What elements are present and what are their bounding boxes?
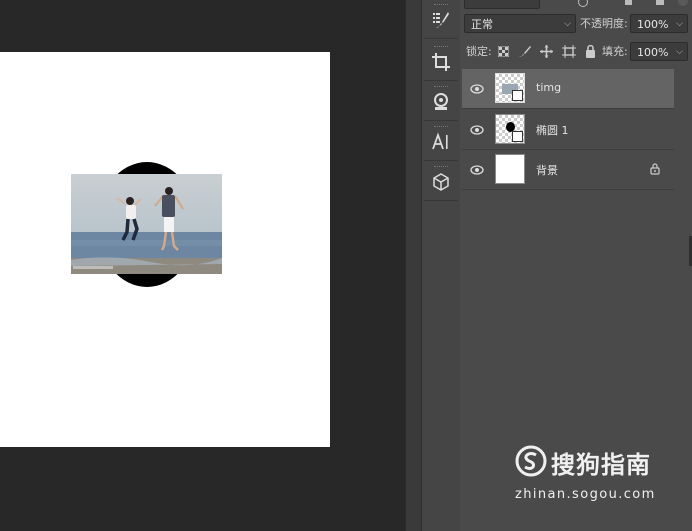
workspace [0,0,405,531]
eye-icon[interactable] [470,123,484,137]
crop-icon [432,53,450,71]
layer-name[interactable]: timg [536,81,561,94]
chevron-down-icon: ⌵ [676,47,683,57]
character-tool[interactable] [424,124,458,161]
watermark-url: zhinan.sogou.com [515,487,656,502]
blend-mode-select[interactable]: 正常 ⌵ [464,14,576,33]
eye-icon[interactable] [470,163,484,177]
layer-row-timg[interactable]: timg [462,69,674,109]
panel-tool-strip [421,0,461,531]
chevron-down-icon: ⌵ [564,19,571,29]
shape-layer-icon [512,131,523,142]
lock-all-icon[interactable] [585,45,596,58]
clone-source-tool[interactable] [424,84,458,121]
lock-icon [650,163,660,175]
blend-mode-value: 正常 [471,18,493,31]
filter-switch-icon[interactable] [678,0,688,6]
brush-settings-icon [433,12,449,28]
opacity-input[interactable]: 100% ⌵ [630,14,688,33]
lock-position-icon[interactable] [540,45,553,58]
fill-input[interactable]: 100% ⌵ [630,42,688,61]
layer-row-ellipse[interactable]: 椭圆 1 [462,110,674,150]
filter-toggle-icon[interactable] [578,0,588,7]
layer-name[interactable]: 背景 [536,162,558,178]
timg-photo [71,174,222,274]
layer-name[interactable]: 椭圆 1 [536,122,569,138]
character-icon [432,132,448,150]
lock-artboard-icon[interactable] [562,45,576,58]
sogou-watermark: 搜狗指南 zhinan.sogou.com [515,445,685,505]
chevron-down-icon: ⌵ [676,19,683,29]
filter-shape-icon[interactable] [656,0,664,5]
3d-cube-icon [433,173,449,191]
opacity-value: 100% [637,18,669,31]
eye-icon[interactable] [470,82,484,96]
document-canvas[interactable] [0,52,330,447]
3d-tool[interactable] [424,164,458,201]
lock-label: 锁定: [466,45,492,58]
layer-row-background[interactable]: 背景 [462,150,674,190]
smart-object-icon [512,90,523,101]
workspace-scrollbar[interactable] [405,0,422,531]
watermark-brand: 搜狗指南 [551,451,651,479]
opacity-label: 不透明度: [580,17,628,30]
layer-thumbnail [495,154,525,184]
filter-type-icon[interactable] [625,0,632,5]
layer-filter-select[interactable] [464,0,540,9]
brush-settings-tool[interactable] [424,2,458,39]
lock-image-pixels-icon[interactable] [519,45,531,58]
fill-value: 100% [637,46,669,59]
fill-label: 填充: [602,45,628,58]
layer-thumbnail [495,114,525,144]
layer-thumbnail [495,73,525,103]
crop-tool[interactable] [424,44,458,81]
lock-transparent-pixels-icon[interactable] [498,46,509,57]
panel-top-toolbar [460,0,692,10]
stamp-icon [434,93,448,110]
sogou-logo-icon [515,445,547,477]
